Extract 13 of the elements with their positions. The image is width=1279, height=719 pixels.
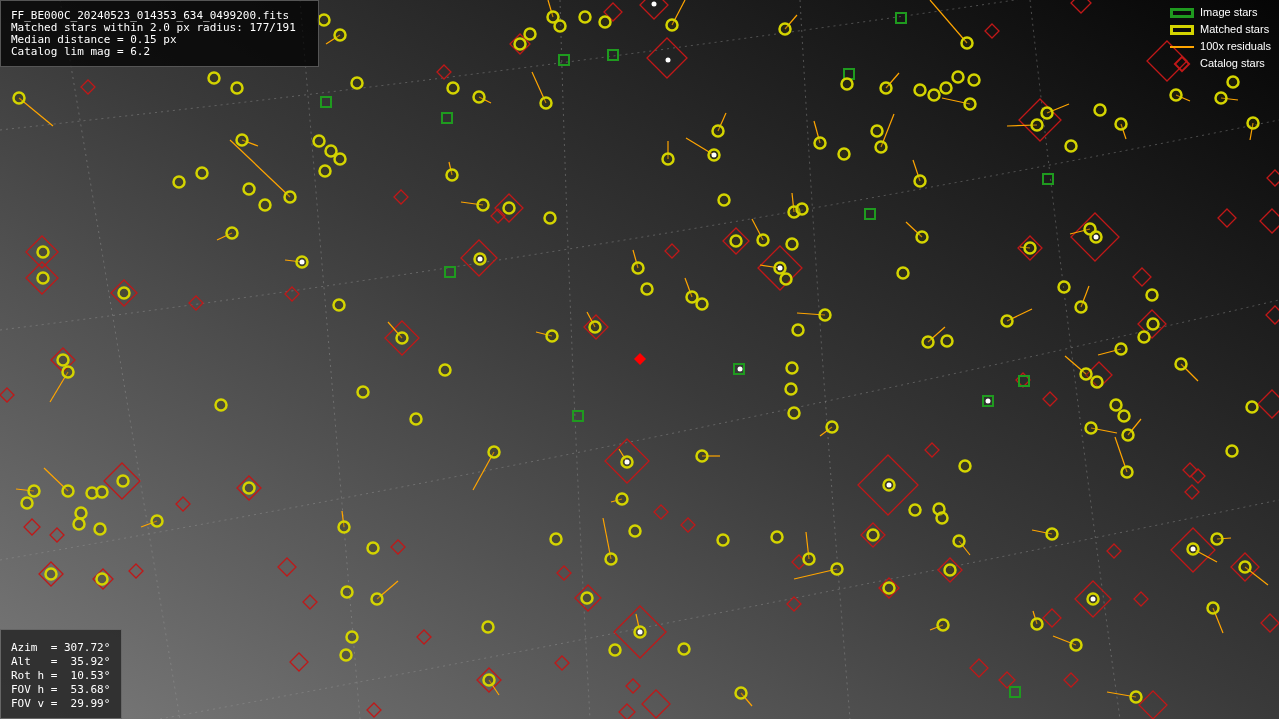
legend-label: Matched stars <box>1200 22 1270 38</box>
pointing-text: Alt = 35.92° <box>11 655 112 669</box>
legend-label: 100x residuals <box>1200 39 1271 55</box>
info-text: Median distance = 0.15 px <box>11 34 178 46</box>
pointing-text: FOV h = 53.68° <box>11 683 112 697</box>
pointing-text: Rot h = 10.53° <box>11 669 112 683</box>
pointing-text: FOV v = 29.99° <box>11 697 112 711</box>
legend-label: Catalog stars <box>1200 56 1265 72</box>
info-text: Matched stars within 2.0 px radius: 177/191 <box>11 22 297 34</box>
info-text: FF_BE000C_20240523_014353_634_0499200.fits <box>11 10 291 22</box>
legend-label: Image stars <box>1200 5 1258 21</box>
info-text: Catalog lim mag = 6.2 <box>11 46 152 58</box>
pointing-text: Azim = 307.72° <box>11 641 112 655</box>
